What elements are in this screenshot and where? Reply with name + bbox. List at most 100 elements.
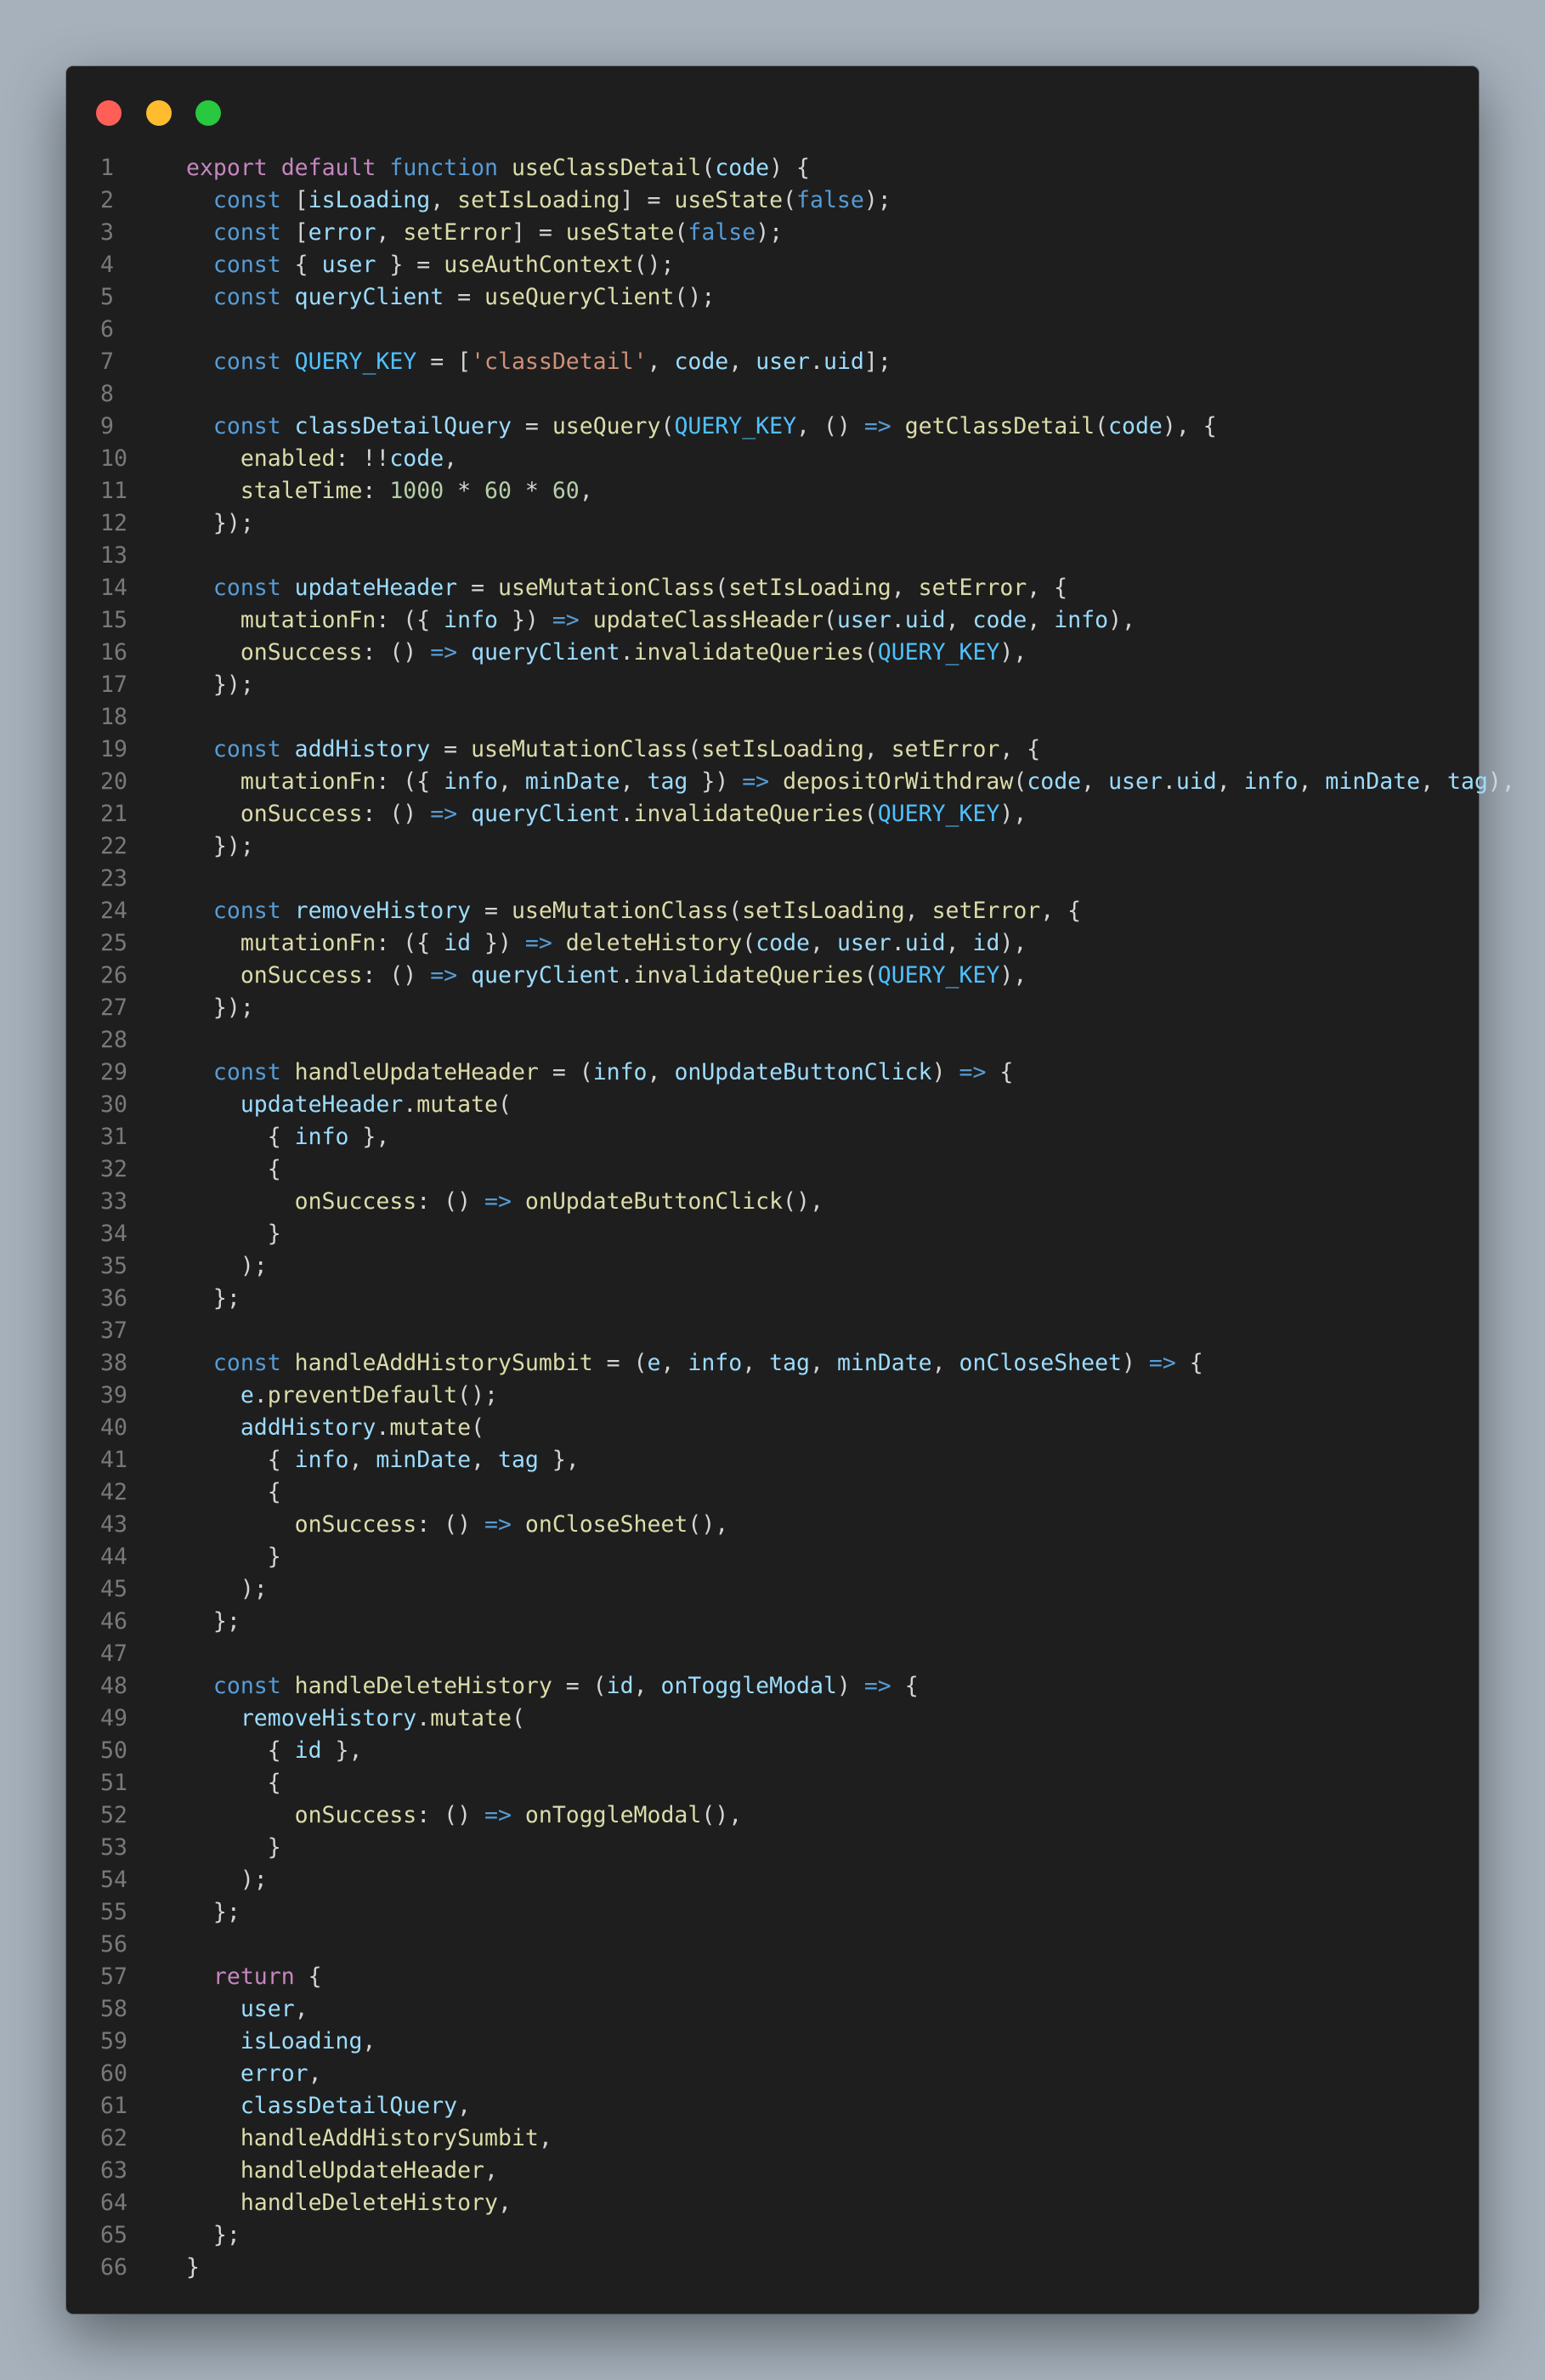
code-line: 4 const { user } = useAuthContext(); bbox=[66, 249, 1479, 281]
code-token: 60 bbox=[484, 478, 512, 504]
code-token: invalidateQueries bbox=[633, 801, 864, 827]
code-token: mutationFn bbox=[240, 930, 376, 956]
code-line: 45 ); bbox=[66, 1573, 1479, 1606]
code-token: , bbox=[484, 2157, 498, 2184]
code-token: = ( bbox=[538, 1059, 593, 1085]
code-token: function bbox=[389, 155, 498, 181]
close-dot-icon[interactable] bbox=[96, 100, 122, 126]
code-token: { bbox=[186, 1124, 295, 1150]
code-token: ( bbox=[863, 801, 878, 827]
code-token: ); bbox=[186, 1576, 268, 1602]
code-token: ] = bbox=[620, 187, 675, 213]
code-line: 57 return { bbox=[66, 1961, 1479, 1993]
code-token: QUERY_KEY bbox=[877, 801, 1000, 827]
code-line: 58 user, bbox=[66, 1993, 1479, 2026]
code-token: = ( bbox=[552, 1673, 607, 1699]
code-line: 26 onSuccess: () => queryClient.invalida… bbox=[66, 960, 1479, 992]
code-text: } bbox=[156, 1832, 281, 1864]
code-line: 21 onSuccess: () => queryClient.invalida… bbox=[66, 798, 1479, 830]
code-token: handleUpdateHeader bbox=[294, 1059, 539, 1085]
code-token: ( bbox=[660, 413, 675, 439]
code-text: const { user } = useAuthContext(); bbox=[156, 249, 675, 281]
code-token: ( bbox=[674, 219, 688, 246]
code-token: const bbox=[212, 1059, 281, 1085]
code-token: , bbox=[497, 768, 525, 795]
line-number: 12 bbox=[100, 510, 127, 536]
code-line: 42 { bbox=[66, 1476, 1479, 1509]
code-token: => bbox=[863, 1673, 891, 1699]
code-token: e bbox=[240, 1382, 254, 1408]
code-token: . bbox=[891, 607, 905, 633]
zoom-dot-icon[interactable] bbox=[195, 100, 222, 126]
line-number: 5 bbox=[100, 284, 114, 310]
code-token: = ( bbox=[592, 1350, 648, 1376]
code-token: depositOrWithdraw bbox=[783, 768, 1014, 795]
code-token: ) bbox=[1122, 1350, 1149, 1376]
code-text: export default function useClassDetail(c… bbox=[156, 152, 810, 184]
code-token: : () bbox=[362, 801, 431, 827]
code-text: mutationFn: ({ info }) => updateClassHea… bbox=[156, 604, 1135, 637]
code-token: { bbox=[1175, 1350, 1203, 1376]
code-token: (); bbox=[633, 252, 675, 278]
code-text: handleDeleteHistory, bbox=[156, 2187, 512, 2219]
code-token: const bbox=[212, 736, 281, 762]
code-token: [ bbox=[280, 187, 308, 213]
code-token: { bbox=[186, 1447, 295, 1473]
code-text: { id }, bbox=[156, 1735, 363, 1767]
code-token: => bbox=[484, 1511, 512, 1538]
code-token: useState bbox=[565, 219, 675, 246]
code-token: ( bbox=[1095, 413, 1109, 439]
line-number: 55 bbox=[100, 1899, 127, 1925]
code-line: 63 handleUpdateHeader, bbox=[66, 2155, 1479, 2187]
code-token: } bbox=[186, 1221, 281, 1247]
code-token: useMutationClass bbox=[498, 575, 716, 601]
code-token: , bbox=[308, 2060, 322, 2087]
code-text: return { bbox=[156, 1961, 322, 1993]
code-token: }); bbox=[186, 510, 254, 536]
code-token: => bbox=[1148, 1350, 1176, 1376]
code-token: ( bbox=[701, 155, 716, 181]
code-token: ]; bbox=[863, 348, 891, 375]
code-text: }; bbox=[156, 1896, 241, 1929]
line-number: 35 bbox=[100, 1253, 127, 1279]
code-token: ), bbox=[1108, 607, 1135, 633]
code-token: , bbox=[1298, 768, 1326, 795]
code-line: 30 updateHeader.mutate( bbox=[66, 1089, 1479, 1121]
code-text: addHistory.mutate( bbox=[156, 1412, 484, 1444]
code-token: ( bbox=[715, 575, 729, 601]
code-text: classDetailQuery, bbox=[156, 2090, 471, 2122]
code-token: queryClient bbox=[294, 284, 444, 310]
code-line: 48 const handleDeleteHistory = (id, onTo… bbox=[66, 1670, 1479, 1703]
code-token: . bbox=[1162, 768, 1176, 795]
code-line: 15 mutationFn: ({ info }) => updateClass… bbox=[66, 604, 1479, 637]
code-token: invalidateQueries bbox=[633, 639, 864, 666]
code-line: 46 }; bbox=[66, 1606, 1479, 1638]
code-text: const handleDeleteHistory = (id, onToggl… bbox=[156, 1670, 919, 1703]
code-token: ) bbox=[836, 1673, 864, 1699]
code-token: info bbox=[444, 768, 498, 795]
code-token: , bbox=[1420, 768, 1448, 795]
code-line: 8 bbox=[66, 378, 1479, 411]
code-text: e.preventDefault(); bbox=[156, 1380, 498, 1412]
code-token: , bbox=[728, 348, 756, 375]
code-token: useAuthContext bbox=[444, 252, 634, 278]
code-token: => bbox=[742, 768, 770, 795]
code-token: (); bbox=[674, 284, 716, 310]
code-token: , bbox=[430, 187, 458, 213]
code-line: 61 classDetailQuery, bbox=[66, 2090, 1479, 2122]
code-text: const handleUpdateHeader = (info, onUpda… bbox=[156, 1057, 1013, 1089]
code-line: 20 mutationFn: ({ info, minDate, tag }) … bbox=[66, 766, 1515, 798]
minimize-dot-icon[interactable] bbox=[145, 100, 172, 126]
line-number: 28 bbox=[100, 1027, 127, 1053]
